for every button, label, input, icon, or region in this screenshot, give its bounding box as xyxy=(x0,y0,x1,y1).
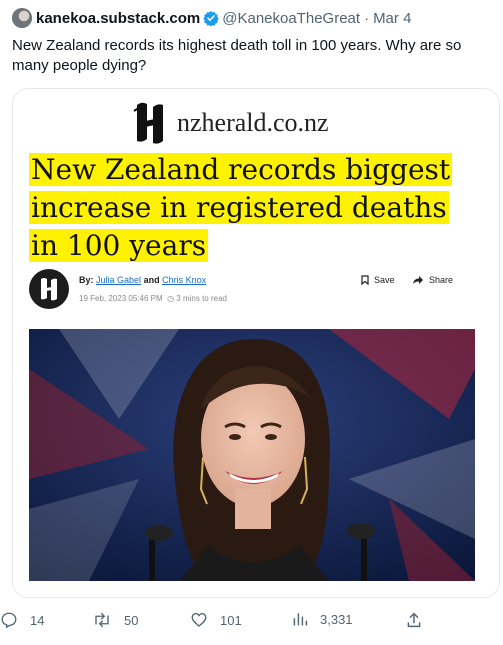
repost-icon xyxy=(95,612,109,628)
byline-authors: By: Julia Gabel and Chris Knox xyxy=(79,275,206,285)
author-link-chris-knox[interactable]: Chris Knox xyxy=(162,275,206,285)
nzh-logo-icon xyxy=(133,102,163,144)
avatar[interactable] xyxy=(12,8,32,28)
site-logo: nzherald.co.nz xyxy=(131,97,329,149)
read-time: 3 mins to read xyxy=(176,294,227,303)
verified-icon xyxy=(203,11,219,26)
save-button[interactable]: Save xyxy=(361,275,395,285)
article-headline: New Zealand records biggest increase in … xyxy=(29,153,453,262)
tweet-date[interactable]: Mar 4 xyxy=(373,10,411,27)
save-label: Save xyxy=(374,275,395,285)
reply-icon xyxy=(1,612,17,629)
share-article-button[interactable]: Share xyxy=(412,275,453,285)
byline-prefix: By: xyxy=(79,275,94,285)
nzh-small-logo-icon xyxy=(41,278,57,301)
like-button[interactable]: 101 xyxy=(190,611,242,629)
site-name: nzherald.co.nz xyxy=(177,108,329,137)
tweet-text: New Zealand records its highest death to… xyxy=(12,37,462,74)
article-timestamp: 19 Feb, 2023 05:46 PM xyxy=(79,294,163,303)
views-button[interactable]: 3,331 xyxy=(292,611,353,627)
view-count: 3,331 xyxy=(320,611,353,627)
author-name[interactable]: kanekoa.substack.com xyxy=(36,10,200,27)
separator-dot: · xyxy=(364,9,370,27)
share-arrow-icon xyxy=(413,276,423,284)
byline-and: and xyxy=(143,275,160,285)
article-photo xyxy=(29,329,475,581)
share-label: Share xyxy=(429,275,454,285)
author-link-julia-gabel[interactable]: Julia Gabel xyxy=(96,275,141,285)
reply-count: 14 xyxy=(30,612,45,628)
like-icon xyxy=(191,612,207,627)
share-tweet-button[interactable] xyxy=(406,611,434,629)
repost-count: 50 xyxy=(124,612,139,628)
tweet-actions: 14 50 101 3,331 xyxy=(0,611,503,635)
publisher-avatar xyxy=(29,269,69,309)
press-conference-photo xyxy=(29,329,475,581)
clock-icon: ◷ xyxy=(167,294,175,303)
article-meta: 19 Feb, 2023 05:46 PM ◷ 3 mins to read xyxy=(79,294,227,303)
bookmark-icon xyxy=(361,275,369,285)
views-icon xyxy=(293,613,308,626)
like-count: 101 xyxy=(220,612,242,628)
repost-button[interactable]: 50 xyxy=(92,611,138,629)
article-image-card[interactable]: nzherald.co.nz New Zealand records bigge… xyxy=(12,88,500,598)
author-handle[interactable]: @KanekoaTheGreat xyxy=(222,10,360,27)
reply-button[interactable]: 14 xyxy=(0,611,44,629)
byline: By: Julia Gabel and Chris Knox 19 Feb, 2… xyxy=(29,267,475,311)
tweet-header: kanekoa.substack.com @KanekoaTheGreat · … xyxy=(12,8,411,28)
share-icon xyxy=(407,612,421,628)
